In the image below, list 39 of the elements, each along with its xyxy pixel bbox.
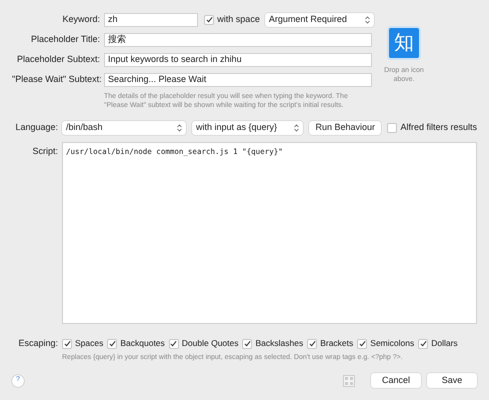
checkbox[interactable]: [62, 338, 72, 349]
field-label: Script:: [31, 145, 59, 158]
argument-dropdown[interactable]: Argument Required: [264, 12, 374, 26]
keyword-field[interactable]: zh: [104, 12, 198, 26]
checkbox-label: Brackets: [320, 337, 354, 350]
cancel-button[interactable]: Cancel: [371, 373, 421, 388]
field-label: Placeholder Title:: [30, 32, 101, 46]
run-behaviour-button[interactable]: Run Behaviour: [309, 120, 382, 134]
checkbox-label: Double Quotes: [182, 337, 238, 350]
checkbox-label: Spaces: [75, 337, 104, 350]
field-label: "Please Wait" Subtext:: [12, 72, 103, 86]
save-button[interactable]: Save: [427, 373, 477, 388]
app-icon[interactable]: 知: [387, 26, 421, 60]
checkbox[interactable]: [242, 338, 252, 349]
text-field[interactable]: Searching... Please Wait: [104, 72, 372, 86]
checkbox-label: Dollars: [431, 337, 458, 350]
checkbox[interactable]: [418, 338, 428, 349]
checkbox-label: Semicolons: [370, 337, 414, 350]
field-label: Escaping:: [17, 337, 59, 350]
field-label: Placeholder Subtext:: [16, 52, 101, 66]
checkbox[interactable]: [307, 338, 318, 349]
stepper-icon: [177, 124, 182, 132]
checkbox-label: Alfred filters results: [400, 120, 478, 134]
checkbox-label: with space: [217, 12, 260, 26]
checkbox[interactable]: [107, 338, 118, 349]
checkbox[interactable]: [168, 338, 179, 349]
language-dropdown[interactable]: /bin/bash: [62, 120, 186, 134]
field-label: Keyword:: [61, 12, 101, 26]
stepper-icon: [365, 16, 370, 24]
field-label: Language:: [14, 120, 59, 134]
stepper-icon: [294, 124, 300, 132]
input-mode-dropdown[interactable]: with input as {query}: [192, 120, 304, 134]
text-field[interactable]: 搜索: [104, 32, 372, 46]
text-field[interactable]: Input keywords to search in zhihu: [104, 52, 372, 66]
checkbox-label: Backquotes: [120, 337, 165, 350]
checkbox-label: Backslashes: [255, 337, 304, 350]
checkbox[interactable]: [387, 122, 398, 132]
checkbox[interactable]: [357, 338, 368, 349]
checkbox[interactable]: [204, 14, 214, 24]
